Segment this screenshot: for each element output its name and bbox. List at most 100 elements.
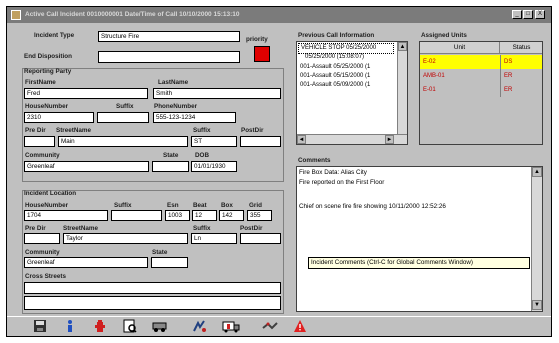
comment-line: Fire Box Data: Alias City [299, 169, 367, 176]
maximize-button[interactable]: □ [523, 10, 533, 19]
title-bar: Active Call Incident 0010000001 Date/Tim… [7, 7, 551, 23]
rp-community-label: Community [25, 152, 60, 159]
list-item[interactable]: 001-Assault 05/25/2000 (1 [298, 63, 370, 72]
app-icon [11, 10, 21, 20]
rp-dob-label: DOB [195, 152, 209, 159]
rp-state-field[interactable] [152, 161, 189, 172]
unit-column-header[interactable]: Unit [420, 42, 500, 54]
previous-calls-label: Previous Call Information [298, 32, 375, 39]
il-street-suffix-field[interactable]: Ln [191, 233, 237, 244]
assigned-units-label: Assigned Units [421, 32, 467, 39]
rp-phone-label: PhoneNumber [154, 103, 198, 110]
scroll-up-icon[interactable]: ▲ [398, 42, 407, 51]
hydrant-icon[interactable] [92, 319, 108, 334]
il-box-field[interactable]: 142 [219, 210, 244, 221]
previous-calls-hscroll[interactable]: ◄ ► [297, 134, 407, 144]
rp-community-field[interactable]: Greenleaf [24, 161, 149, 172]
rp-predir-label: Pre Dir [25, 127, 46, 134]
reporting-party-heading: Reporting Party [24, 68, 72, 75]
ambulance-icon[interactable] [222, 319, 240, 334]
rp-lastname-field[interactable]: Smith [153, 88, 281, 99]
vehicle-icon[interactable] [152, 319, 168, 334]
scroll-left-icon[interactable]: ◄ [297, 135, 306, 144]
comments-textarea[interactable]: Fire Box Data: Alias City Fire reported … [296, 166, 543, 312]
map-icon[interactable] [262, 319, 278, 334]
rp-suffix-field[interactable] [97, 112, 149, 123]
assigned-units-grid[interactable]: Unit Status E-02 DS AMB-01 ER E-01 ER [419, 41, 543, 145]
rp-postdir-field[interactable] [240, 136, 281, 147]
il-streetname-label: StreetName [63, 225, 98, 232]
scroll-down-icon[interactable]: ▼ [532, 300, 542, 310]
previous-calls-list[interactable]: VEHICLE STOP 05/25/2000 05/25/2000 (15:0… [296, 41, 408, 145]
comment-line: Fire reported on the First Floor [299, 179, 385, 186]
alert-icon[interactable] [292, 319, 308, 334]
il-cross-streets-field-2[interactable] [24, 296, 281, 310]
rp-housenumber-label: HouseNumber [25, 103, 69, 110]
il-esn-label: Esn [167, 202, 179, 209]
incident-type-field[interactable]: Structure Fire [98, 31, 240, 42]
il-predir-label: Pre Dir [25, 225, 46, 232]
unit-row[interactable]: E-02 DS [420, 55, 542, 69]
il-postdir-label: PostDir [240, 225, 263, 232]
close-button[interactable]: X [535, 10, 545, 19]
preview-icon[interactable] [122, 319, 138, 334]
end-disposition-label: End Disposition [24, 53, 72, 60]
status-cell: ER [504, 87, 513, 93]
dispatch-icon[interactable] [192, 319, 208, 334]
il-beat-field[interactable]: 12 [192, 210, 217, 221]
il-cross-streets-field-1[interactable] [24, 282, 281, 294]
end-disposition-field[interactable] [98, 51, 240, 63]
window-title: Active Call Incident 0010000001 Date/Tim… [25, 11, 240, 18]
rp-phone-field[interactable]: 555-123-1234 [153, 112, 236, 123]
incident-location-heading: Incident Location [24, 190, 77, 197]
il-street-suffix-label: Suffix [193, 225, 211, 232]
il-suffix-field[interactable] [111, 210, 162, 221]
priority-label: priority [246, 36, 268, 43]
il-community-field[interactable]: Greenleaf [24, 257, 148, 268]
il-grid-label: Grid [249, 202, 262, 209]
bottom-toolbar [7, 316, 551, 336]
minimize-button[interactable]: _ [512, 10, 522, 19]
list-item[interactable]: 001-Assault 05/15/2000 (1 [298, 72, 370, 81]
assigned-units-header: Unit Status [420, 42, 542, 54]
il-suffix-label: Suffix [114, 202, 132, 209]
il-cross-streets-label: Cross Streets [25, 273, 66, 280]
unit-row[interactable]: E-01 ER [420, 83, 542, 97]
incident-type-label: Incident Type [34, 32, 75, 39]
unit-cell: E-02 [420, 55, 501, 69]
rp-housenumber-field[interactable]: 2310 [24, 112, 94, 123]
info-icon[interactable] [62, 319, 78, 334]
unit-cell: E-01 [420, 83, 501, 97]
list-item[interactable]: 001-Assault 05/09/2000 (1 [298, 81, 370, 90]
il-state-field[interactable] [151, 257, 188, 268]
save-icon[interactable] [32, 319, 48, 334]
rp-suffix-label: Suffix [116, 103, 134, 110]
il-housenumber-field[interactable]: 1704 [24, 210, 108, 221]
previous-calls-vscroll[interactable]: ▲ [397, 42, 407, 134]
unit-row[interactable]: AMB-01 ER [420, 69, 542, 83]
rp-firstname-field[interactable]: Fred [24, 88, 148, 99]
il-state-label: State [152, 249, 168, 256]
rp-street-suffix-label: Suffix [193, 127, 211, 134]
comments-vscroll[interactable]: ▲ ▼ [531, 167, 542, 311]
priority-indicator[interactable] [254, 46, 270, 62]
il-grid-field[interactable]: 355 [247, 210, 272, 221]
rp-dob-field[interactable]: 01/01/1930 [191, 161, 237, 172]
comment-line: Chief on scene fire fire showing 10/11/2… [299, 203, 446, 210]
il-streetname-field[interactable]: Taylor [63, 233, 188, 244]
scroll-right-icon[interactable]: ► [385, 135, 394, 144]
il-postdir-field[interactable] [240, 233, 281, 244]
status-cell: ER [504, 73, 513, 79]
rp-streetname-label: StreetName [56, 127, 91, 134]
rp-street-suffix-field[interactable]: ST [191, 136, 237, 147]
il-esn-field[interactable]: 1003 [165, 210, 190, 221]
comments-tooltip: Incident Comments (Ctrl-C for Global Com… [308, 257, 530, 269]
rp-postdir-label: PostDir [241, 127, 264, 134]
unit-cell: AMB-01 [420, 69, 501, 83]
scroll-up-icon[interactable]: ▲ [532, 167, 542, 177]
status-column-header[interactable]: Status [501, 42, 542, 54]
il-predir-field[interactable] [24, 233, 60, 244]
list-item[interactable]: 05/25/2000 (15:08:07) [303, 53, 364, 62]
rp-predir-field[interactable] [24, 136, 55, 147]
rp-streetname-field[interactable]: Main [58, 136, 188, 147]
